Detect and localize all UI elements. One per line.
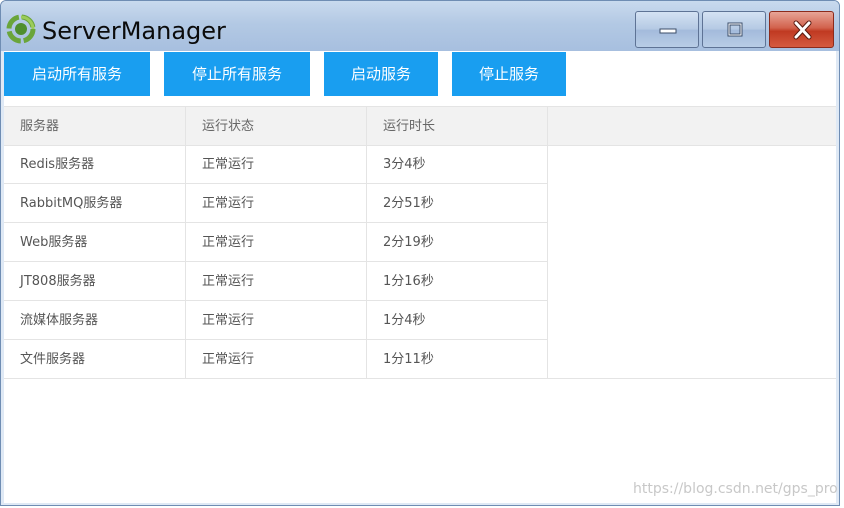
status-cell: 正常运行 [186, 184, 367, 223]
watermark-text: https://blog.csdn.net/gps_pro [633, 481, 838, 497]
server-name-cell: Web服务器 [4, 223, 186, 262]
column-header-server[interactable]: 服务器 [4, 107, 186, 146]
uptime-cell: 1分4秒 [367, 301, 548, 340]
minimize-button[interactable] [635, 11, 699, 48]
minimize-icon [659, 28, 677, 34]
stop-service-button[interactable]: 停止服务 [452, 52, 566, 96]
close-button[interactable] [769, 11, 834, 48]
table-row[interactable]: 流媒体服务器 正常运行 1分4秒 [4, 301, 548, 340]
maximize-icon [727, 22, 743, 37]
maximize-button[interactable] [702, 11, 766, 48]
server-name-cell: Redis服务器 [4, 145, 186, 184]
column-header-filler [548, 107, 836, 146]
stop-all-services-button[interactable]: 停止所有服务 [164, 52, 310, 96]
uptime-cell: 1分16秒 [367, 262, 548, 301]
table-header: 服务器 运行状态 运行时长 [4, 106, 836, 146]
server-name-cell: 流媒体服务器 [4, 301, 186, 340]
server-name-cell: RabbitMQ服务器 [4, 184, 186, 223]
window-title: ServerManager [42, 17, 226, 45]
server-name-cell: 文件服务器 [4, 340, 186, 379]
column-header-uptime[interactable]: 运行时长 [367, 107, 548, 146]
status-cell: 正常运行 [186, 145, 367, 184]
title-bar[interactable]: ServerManager [1, 1, 839, 51]
status-cell: 正常运行 [186, 223, 367, 262]
table-row[interactable]: Web服务器 正常运行 2分19秒 [4, 223, 548, 262]
table-row[interactable]: 文件服务器 正常运行 1分11秒 [4, 340, 548, 379]
server-name-cell: JT808服务器 [4, 262, 186, 301]
status-cell: 正常运行 [186, 262, 367, 301]
toolbar: 启动所有服务 停止所有服务 启动服务 停止服务 [4, 51, 836, 105]
column-header-status[interactable]: 运行状态 [186, 107, 367, 146]
table-row[interactable]: JT808服务器 正常运行 1分16秒 [4, 262, 548, 301]
recycle-logo-icon [6, 14, 36, 44]
uptime-cell: 3分4秒 [367, 145, 548, 184]
start-service-button[interactable]: 启动服务 [324, 52, 438, 96]
table-row[interactable]: RabbitMQ服务器 正常运行 2分51秒 [4, 184, 548, 223]
client-area: 启动所有服务 停止所有服务 启动服务 停止服务 服务器 运行状态 运行时长 Re… [4, 51, 836, 503]
uptime-cell: 2分51秒 [367, 184, 548, 223]
table-row[interactable]: Redis服务器 正常运行 3分4秒 [4, 145, 548, 184]
start-all-services-button[interactable]: 启动所有服务 [4, 52, 150, 96]
uptime-cell: 2分19秒 [367, 223, 548, 262]
table-bottom-border [4, 378, 836, 379]
app-window: ServerManager 启动所有服务 停止所有服务 启动服务 停止服务 服务… [0, 0, 840, 506]
status-cell: 正常运行 [186, 340, 367, 379]
status-cell: 正常运行 [186, 301, 367, 340]
uptime-cell: 1分11秒 [367, 340, 548, 379]
close-icon [793, 20, 812, 40]
